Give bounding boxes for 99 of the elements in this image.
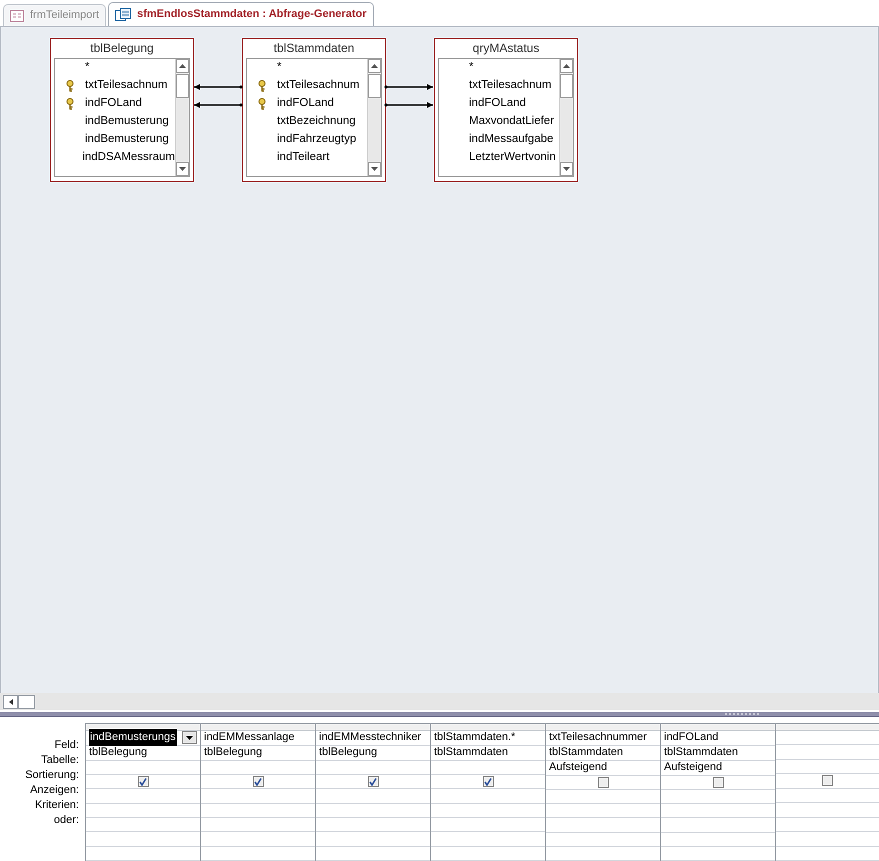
checkbox[interactable] (138, 776, 148, 788)
down-arrow-icon (563, 167, 570, 171)
field-name[interactable]: txtBezeichnung (277, 113, 356, 131)
field-name[interactable]: txtTeilesachnum (277, 77, 360, 95)
up-arrow-icon (371, 64, 378, 68)
field-name[interactable]: LetzterWertvonin (469, 149, 556, 167)
field-name[interactable]: txtTeilesachnum (469, 77, 552, 95)
grid-cell[interactable]: tblStammdaten (661, 746, 775, 761)
field-list-title: tblStammdaten (272, 40, 356, 57)
grid-cell[interactable]: tblStammdaten (431, 746, 545, 761)
field-name[interactable]: indBemusterung (85, 131, 169, 149)
grid-cell[interactable] (86, 775, 200, 790)
down-arrow-icon (371, 167, 378, 171)
scroll-up-button[interactable] (368, 59, 381, 73)
document-tab[interactable]: sfmEndlosStammdaten : Abfrage-Generator (108, 2, 374, 26)
field-name[interactable]: indFOLand (277, 95, 334, 113)
scroll-down-button[interactable] (368, 162, 381, 176)
field-name[interactable]: indFOLand (85, 95, 142, 113)
field-name[interactable]: MaxvondatLiefer (469, 113, 554, 131)
datasheet-icon (115, 8, 132, 21)
row-label: Anzeigen: (29, 783, 80, 798)
checkbox[interactable] (482, 776, 494, 788)
field-name[interactable]: indMessaufgabe (469, 131, 554, 149)
checkmark-icon (254, 778, 262, 786)
field-name[interactable]: * (85, 59, 90, 77)
dropdown-button[interactable] (182, 731, 197, 744)
scroll-up-button[interactable] (560, 59, 573, 73)
field-name[interactable]: indFOLand (469, 95, 526, 113)
checkbox[interactable] (252, 776, 264, 788)
down-arrow-icon (179, 167, 186, 171)
row-label: Kriterien: (34, 798, 80, 813)
vertical-scrollbar[interactable] (175, 59, 189, 176)
grid-cell[interactable]: indEMMessanlage (201, 730, 315, 746)
scroll-up-button[interactable] (176, 59, 189, 73)
vertical-scrollbar[interactable] (367, 59, 381, 176)
field-value: indFOLand (664, 730, 718, 746)
grid-cell[interactable]: Aufsteigend (546, 760, 660, 776)
grid-cell[interactable]: indFOLand (661, 730, 775, 746)
scroll-thumb[interactable] (368, 74, 381, 98)
field-name[interactable]: txtTeilesachnum (85, 77, 168, 95)
field-name[interactable]: * (469, 59, 474, 77)
field-name[interactable]: indTeileart (277, 149, 330, 167)
checkbox[interactable] (368, 776, 378, 788)
checkbox[interactable] (712, 776, 724, 788)
relationship-line[interactable] (194, 102, 242, 108)
row-label: oder: (52, 813, 80, 828)
field-name[interactable]: indBemusterung (85, 113, 169, 131)
row-label: Sortierung: (24, 768, 80, 783)
grid-cell[interactable] (201, 775, 315, 790)
field-name[interactable]: indDSAMessraum (82, 149, 175, 167)
checkmark-icon (139, 778, 147, 786)
row-label: Tabelle: (40, 753, 80, 768)
checkbox[interactable] (822, 775, 833, 786)
checkmark-icon (484, 778, 492, 786)
grid-cell[interactable] (546, 776, 660, 790)
grid-cell[interactable]: tblStammdaten (546, 746, 660, 761)
scroll-left-button[interactable] (3, 694, 18, 708)
field-value: indEMMessanlage (204, 730, 294, 746)
field-name[interactable]: * (277, 59, 282, 77)
grid-cell[interactable] (661, 776, 775, 790)
field-value: tblStammdaten.* (434, 730, 516, 746)
field-list-window[interactable]: tblStammdaten * txtTeilesachnum indFOLand txtBezeichnung indFahrzeugtyp indTeileart (242, 38, 386, 182)
field-list-title: qryMAstatus (472, 40, 540, 57)
scroll-down-button[interactable] (560, 162, 573, 176)
up-arrow-icon (179, 64, 186, 68)
grid-cell[interactable]: indBemusterungs (86, 730, 200, 746)
grid-cell[interactable]: txtTeilesachnummer (546, 730, 660, 746)
field-list-window[interactable]: tblBelegung * txtTeilesachnum indFOLand indBemusterung indBemusterung indDSAMessraum (50, 38, 194, 182)
relationship-line[interactable] (194, 84, 242, 90)
vertical-scrollbar[interactable] (559, 59, 573, 176)
grid-cell[interactable] (776, 774, 879, 789)
grid-cell[interactable] (316, 775, 430, 790)
horizontal-scrollbar[interactable] (0, 693, 879, 710)
form-icon (10, 10, 24, 22)
scroll-thumb[interactable] (560, 74, 573, 98)
up-arrow-icon (563, 64, 570, 68)
grid-cell[interactable]: tblBelegung (201, 746, 315, 761)
field-list-window[interactable]: qryMAstatus * txtTeilesachnum indFOLand MaxvondatLiefer indMessaufgabe LetzterWertvonin (434, 38, 578, 182)
scroll-thumb[interactable] (176, 74, 189, 98)
scroll-down-button[interactable] (176, 162, 189, 176)
checkmark-icon (369, 778, 377, 786)
field-value: indBemusterungs (89, 729, 177, 746)
grid-cell[interactable]: indEMMesstechniker (316, 730, 430, 746)
field-value: indEMMesstechniker (319, 730, 422, 746)
grid-cell[interactable] (431, 775, 545, 790)
left-arrow-icon (8, 698, 12, 704)
grid-cell[interactable]: tblBelegung (316, 746, 430, 761)
checkbox[interactable] (598, 776, 608, 788)
relationship-line[interactable] (384, 84, 433, 90)
field-name[interactable]: indFahrzeugtyp (277, 131, 356, 149)
caret-icon (186, 736, 193, 740)
relationship-line[interactable] (384, 102, 433, 108)
grid-cell[interactable]: tblStammdaten.* (431, 730, 545, 746)
field-value: txtTeilesachnummer (549, 730, 647, 746)
scroll-thumb[interactable] (18, 694, 35, 708)
grid-cell[interactable]: tblBelegung (86, 746, 200, 761)
row-label: Feld: (54, 738, 80, 753)
field-list-title: tblBelegung (89, 40, 155, 57)
grid-cell[interactable]: Aufsteigend (661, 760, 775, 776)
